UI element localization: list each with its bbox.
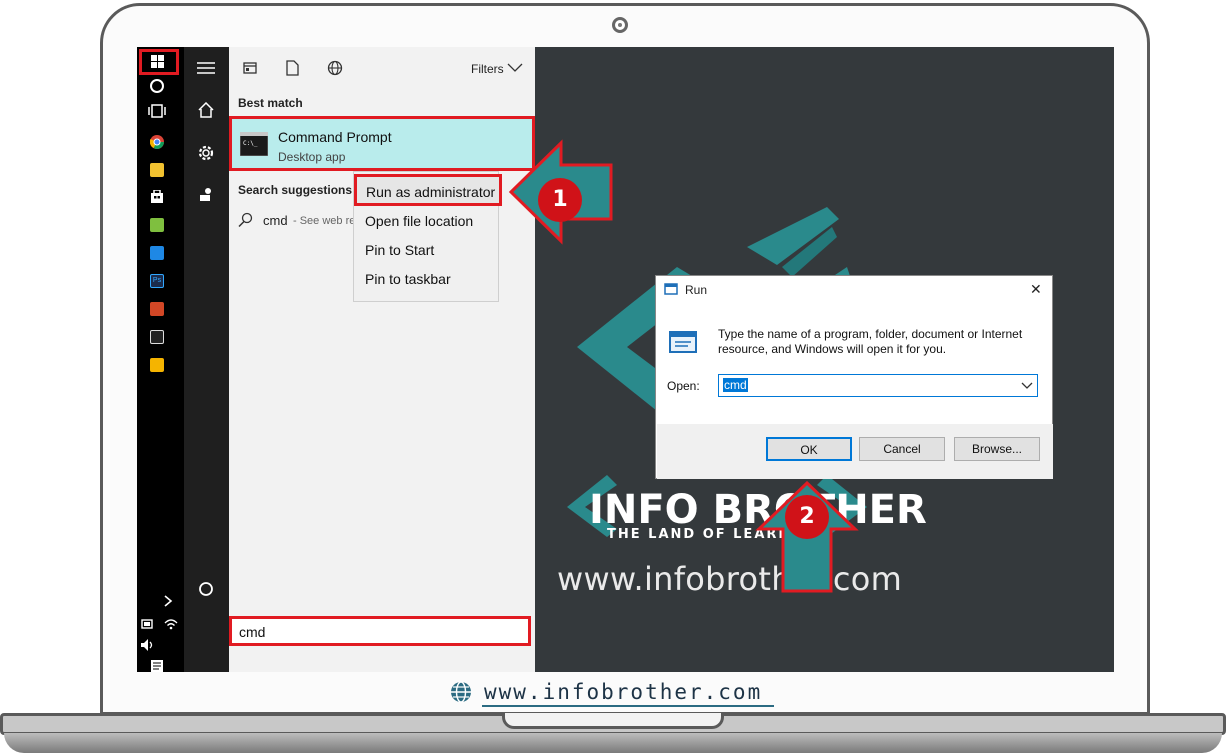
context-pin-to-start[interactable]: Pin to Start <box>365 242 434 258</box>
run-dialog-title: Run <box>685 283 708 297</box>
command-prompt-result[interactable]: C:\_ Command Prompt Desktop app <box>229 116 535 171</box>
cancel-button[interactable]: Cancel <box>859 437 945 461</box>
start-menu-panel-bottom <box>229 647 535 672</box>
laptop-base-bottom <box>4 733 1222 753</box>
open-label: Open: <box>667 379 700 393</box>
run-description: Type the name of a program, folder, docu… <box>718 327 1023 356</box>
app-icon-blue[interactable] <box>150 246 164 260</box>
command-prompt-icon: C:\_ <box>240 132 268 156</box>
close-icon[interactable]: ✕ <box>1030 281 1042 298</box>
command-prompt-taskbar-icon[interactable] <box>150 330 164 344</box>
power-icon[interactable] <box>198 581 214 597</box>
chevron-right-icon[interactable] <box>162 594 174 608</box>
step-1-badge: 1 <box>538 178 582 222</box>
documents-filter-icon[interactable] <box>285 60 299 76</box>
volume-icon[interactable] <box>140 638 156 652</box>
globe-icon <box>451 681 471 703</box>
web-filter-globe-icon[interactable] <box>327 60 343 76</box>
apps-filter-icon[interactable] <box>243 61 257 75</box>
sticky-notes-icon[interactable] <box>150 358 164 372</box>
search-box[interactable]: cmd <box>229 616 531 646</box>
start-menu-rail <box>184 47 229 672</box>
suggestion-query[interactable]: cmd <box>263 213 288 228</box>
cortana-icon[interactable] <box>149 78 165 94</box>
taskbar: Ps <box>137 47 184 672</box>
user-feedback-icon[interactable] <box>198 187 214 203</box>
run-dialog: Run ✕ Type the name of a program, folder… <box>655 275 1053 479</box>
app-icon[interactable] <box>150 218 164 232</box>
best-match-heading: Best match <box>238 96 303 110</box>
task-view-icon[interactable] <box>148 104 166 118</box>
hamburger-menu-icon[interactable] <box>196 61 216 75</box>
start-button[interactable] <box>139 49 179 75</box>
action-center-icon[interactable] <box>150 659 164 672</box>
open-combobox[interactable]: cmd <box>718 374 1038 397</box>
result-title: Command Prompt <box>278 129 392 145</box>
screen: INFO BROTHER THE LAND OF LEARNING www.in… <box>137 47 1114 672</box>
svg-text:C:\_: C:\_ <box>243 140 258 147</box>
result-subtitle: Desktop app <box>278 150 346 164</box>
search-input[interactable]: cmd <box>239 624 265 640</box>
context-run-as-administrator[interactable]: Run as administrator <box>354 174 502 206</box>
wifi-icon[interactable] <box>164 618 178 630</box>
open-input-value[interactable]: cmd <box>723 378 748 392</box>
chevron-down-icon[interactable] <box>507 63 523 73</box>
powerpoint-icon[interactable] <box>150 302 164 316</box>
windows-logo-icon <box>151 55 165 69</box>
chrome-icon[interactable] <box>150 135 164 149</box>
ok-button[interactable]: OK <box>766 437 852 461</box>
home-icon[interactable] <box>198 102 214 118</box>
run-program-icon <box>669 331 697 353</box>
filters-label[interactable]: Filters <box>471 62 504 76</box>
webcam-icon <box>612 17 628 33</box>
context-pin-to-taskbar[interactable]: Pin to taskbar <box>365 271 451 287</box>
search-suggestions-heading: Search suggestions <box>238 183 353 197</box>
store-icon[interactable] <box>150 190 164 204</box>
laptop-notch <box>502 713 724 729</box>
step-2-badge: 2 <box>785 495 829 539</box>
chevron-down-icon[interactable] <box>1021 382 1033 390</box>
run-window-icon <box>664 283 678 295</box>
run-as-administrator-label: Run as administrator <box>366 184 496 200</box>
battery-icon[interactable] <box>141 618 155 630</box>
photoshop-icon[interactable]: Ps <box>150 274 164 288</box>
suggestion-hint: - See web re <box>293 215 356 227</box>
browse-button[interactable]: Browse... <box>954 437 1040 461</box>
footer-url: www.infobrother.com <box>484 680 763 704</box>
settings-gear-icon[interactable] <box>197 144 215 162</box>
context-open-file-location[interactable]: Open file location <box>365 213 473 229</box>
file-explorer-icon[interactable] <box>150 163 164 177</box>
search-icon <box>238 212 253 228</box>
footer-underline <box>482 705 774 707</box>
